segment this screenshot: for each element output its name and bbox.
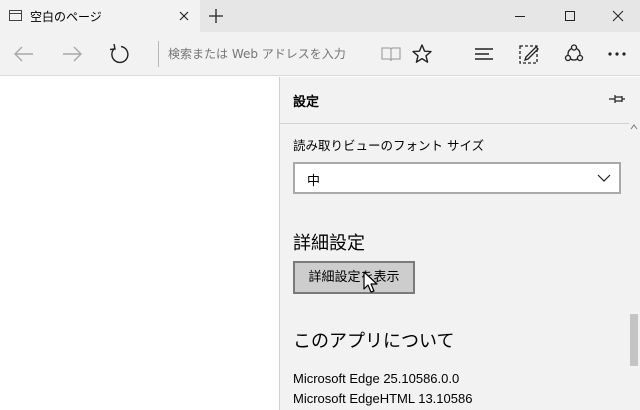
pin-icon[interactable]	[607, 91, 627, 107]
show-advanced-settings-button[interactable]: 詳細設定を表示	[293, 261, 415, 294]
page-content-area[interactable]	[0, 77, 279, 410]
chevron-down-icon	[597, 174, 611, 182]
reading-font-size-select[interactable]: 中	[293, 162, 621, 194]
settings-pane: 設定 読み取りビューのフォント サイズ 中 詳細設定 詳細設定を表示 このアプリ…	[279, 77, 640, 410]
address-input[interactable]	[168, 41, 368, 67]
share-icon[interactable]	[559, 39, 589, 69]
tab-blank-page[interactable]: 空白のページ	[0, 0, 200, 32]
refresh-icon[interactable]	[104, 39, 134, 69]
arrow-left-icon[interactable]	[9, 39, 39, 69]
scroll-up-icon[interactable]	[630, 123, 638, 131]
reading-font-size-value: 中	[307, 174, 321, 189]
book-icon[interactable]	[376, 39, 406, 69]
edge-version: Microsoft Edge 25.10586.0.0	[293, 371, 460, 386]
title-bar: 空白のページ	[0, 0, 640, 32]
page-icon	[9, 10, 22, 21]
pen-square-icon[interactable]	[514, 39, 544, 69]
edgehtml-version: Microsoft EdgeHTML 13.10586	[293, 391, 473, 406]
navigation-toolbar	[0, 32, 640, 76]
settings-scrollbar[interactable]	[628, 123, 640, 410]
scroll-thumb[interactable]	[630, 314, 638, 366]
settings-divider	[280, 123, 629, 124]
address-separator	[158, 41, 159, 67]
hub-lines-icon[interactable]	[469, 39, 499, 69]
star-icon[interactable]	[407, 39, 437, 69]
close-icon[interactable]	[594, 0, 640, 32]
tab-title: 空白のページ	[30, 10, 102, 24]
about-app-heading: このアプリについて	[293, 331, 455, 352]
arrow-right-icon[interactable]	[57, 39, 87, 69]
ellipsis-icon[interactable]	[602, 39, 632, 69]
plus-icon[interactable]	[205, 6, 227, 26]
settings-title: 設定	[293, 95, 320, 110]
minimize-icon[interactable]	[496, 0, 544, 32]
settings-header: 設定	[280, 77, 640, 122]
mouse-cursor-icon	[363, 271, 378, 293]
maximize-icon[interactable]	[546, 0, 594, 32]
advanced-settings-heading: 詳細設定	[293, 233, 365, 254]
reading-font-size-label: 読み取りビューのフォント サイズ	[293, 138, 485, 153]
close-icon[interactable]	[177, 9, 191, 23]
